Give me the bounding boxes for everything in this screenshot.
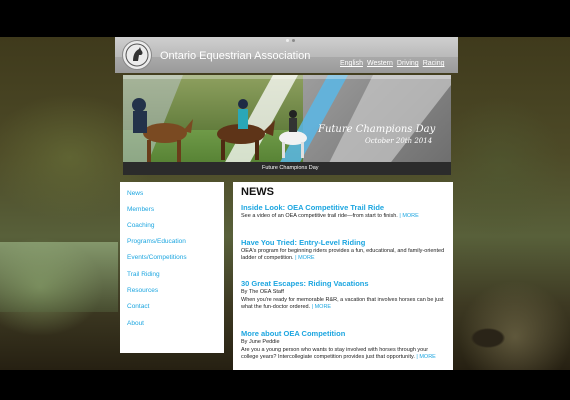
horse-rider-3-icon bbox=[279, 110, 307, 158]
sidebar-item-resources[interactable]: Resources bbox=[127, 287, 158, 294]
banner-caption: Future Champions Day bbox=[262, 165, 319, 171]
sidebar-item-members[interactable]: Members bbox=[127, 206, 154, 213]
post-title[interactable]: More about OEA Competition bbox=[241, 329, 345, 338]
discipline-nav: English Western Driving Racing bbox=[340, 60, 445, 67]
post-excerpt-text: See a video of an OEA competitive trail … bbox=[241, 213, 398, 219]
post-title[interactable]: Inside Look: OEA Competitive Trail Ride bbox=[241, 203, 384, 212]
post-excerpt-text: Are you a young person who wants to stay… bbox=[241, 347, 429, 361]
nav-link-western[interactable]: Western bbox=[367, 60, 393, 67]
news-panel: NEWS Inside Look: OEA Competitive Trail … bbox=[233, 182, 453, 370]
nav-link-driving[interactable]: Driving bbox=[397, 60, 419, 67]
more-link[interactable]: | MORE bbox=[416, 354, 435, 360]
sidebar-item-programs-education[interactable]: Programs/Education bbox=[127, 238, 186, 245]
post-byline: By The OEA Staff bbox=[241, 289, 284, 295]
post-excerpt: OEA's program for beginning riders provi… bbox=[241, 248, 447, 262]
more-link[interactable]: | MORE bbox=[399, 213, 418, 219]
slider-dot[interactable] bbox=[292, 39, 295, 42]
sidebar-item-news[interactable]: News bbox=[127, 190, 143, 197]
org-name: Ontario Equestrian Association bbox=[160, 50, 311, 62]
post-excerpt-text: When you're ready for memorable R&R, a v… bbox=[241, 297, 444, 311]
sidebar-item-contact[interactable]: Contact bbox=[127, 303, 149, 310]
slider-dot-active[interactable] bbox=[286, 39, 289, 42]
post-title[interactable]: 30 Great Escapes: Riding Vacations bbox=[241, 279, 369, 288]
letterbox-bottom bbox=[0, 370, 570, 400]
sidebar-item-coaching[interactable]: Coaching bbox=[127, 222, 154, 229]
post-excerpt: Are you a young person who wants to stay… bbox=[241, 347, 447, 361]
sidebar-nav: News Members Coaching Programs/Education… bbox=[120, 182, 224, 353]
horse-rider-1-icon bbox=[132, 98, 193, 162]
banner-title: Future Champions Day bbox=[318, 124, 436, 135]
lake-reflection bbox=[0, 242, 118, 312]
sidebar-item-events-competitions[interactable]: Events/Competitions bbox=[127, 254, 187, 261]
post-byline: By June Peddie bbox=[241, 339, 280, 345]
post-title[interactable]: Have You Tried: Entry-Level Riding bbox=[241, 238, 365, 247]
horse-silhouette bbox=[463, 322, 513, 362]
more-link[interactable]: | MORE bbox=[312, 304, 331, 310]
banner-date: October 20th 2014 bbox=[365, 137, 433, 145]
post-excerpt: See a video of an OEA competitive trail … bbox=[241, 213, 447, 220]
oea-logo[interactable] bbox=[122, 40, 152, 70]
news-heading: NEWS bbox=[241, 186, 274, 198]
horse-head-icon bbox=[125, 43, 149, 67]
more-link[interactable]: | MORE bbox=[295, 255, 314, 261]
sidebar-item-about[interactable]: About bbox=[127, 320, 144, 327]
sidebar-item-trail-riding[interactable]: Trail Riding bbox=[127, 271, 160, 278]
slider-dots bbox=[286, 39, 295, 42]
nav-link-english[interactable]: English bbox=[340, 60, 363, 67]
nav-link-racing[interactable]: Racing bbox=[423, 60, 445, 67]
letterbox-top bbox=[0, 0, 570, 37]
page-frame: Ontario Equestrian Association English W… bbox=[0, 0, 570, 400]
post-excerpt-text: OEA's program for beginning riders provi… bbox=[241, 248, 445, 262]
post-excerpt: When you're ready for memorable R&R, a v… bbox=[241, 297, 447, 311]
